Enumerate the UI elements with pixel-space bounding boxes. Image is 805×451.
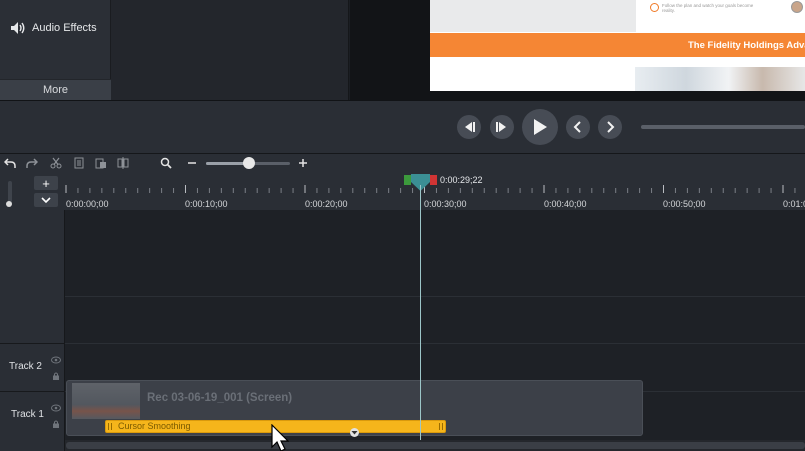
- track-height-thumb[interactable]: [6, 201, 12, 207]
- zoom-slider-thumb[interactable]: [243, 157, 255, 169]
- zoom-fit-button[interactable]: [159, 156, 173, 170]
- play-button[interactable]: [522, 109, 558, 145]
- timeline-scrollbar-thumb[interactable]: [66, 442, 805, 449]
- effect-expand-icon[interactable]: [348, 428, 361, 437]
- lane-divider: [65, 296, 805, 297]
- canvas-area: Follow the plan and watch your goals bec…: [350, 0, 805, 100]
- chevron-left-icon: [573, 121, 581, 133]
- audio-effects-tool[interactable]: Audio Effects: [0, 10, 111, 46]
- step-back-button[interactable]: [457, 115, 481, 139]
- ruler-ticks: [65, 185, 796, 193]
- lock-icon[interactable]: [52, 420, 60, 428]
- ruler-tick-label: 0:00:00;00: [66, 199, 109, 209]
- redo-icon: [26, 158, 38, 168]
- chevron-right-icon: [607, 121, 615, 133]
- preview-tip: Follow the plan and watch your goals bec…: [650, 3, 760, 13]
- ruler-tick-label: 0:00:50;00: [663, 199, 706, 209]
- plus-icon: [299, 159, 307, 167]
- preview-tip-text: Follow the plan and watch your goals bec…: [662, 3, 754, 13]
- properties-panel: [111, 0, 349, 100]
- clip-thumbnail: [72, 383, 140, 419]
- effect-right-handle-icon[interactable]: [438, 422, 444, 431]
- track-header-1[interactable]: Track 1: [0, 391, 65, 439]
- ruler-tick-label: 0:00:30;00: [424, 199, 467, 209]
- eye-icon[interactable]: [51, 356, 61, 364]
- magnifier-icon: [160, 157, 172, 169]
- preview-banner: The Fidelity Holdings Adva: [430, 33, 805, 57]
- redo-button[interactable]: [25, 156, 39, 170]
- ruler-tick-label: 0:01:0: [783, 199, 805, 209]
- step-back-icon: [465, 122, 475, 132]
- zoom-in-button[interactable]: [296, 156, 310, 170]
- step-forward-icon: [496, 122, 506, 132]
- eye-icon[interactable]: [51, 404, 61, 412]
- cut-button[interactable]: [49, 156, 63, 170]
- undo-button[interactable]: [3, 156, 17, 170]
- previous-marker-button[interactable]: [566, 115, 590, 139]
- copy-button[interactable]: [72, 156, 86, 170]
- ruler-tick-label: 0:00:40;00: [544, 199, 587, 209]
- split-icon: [117, 157, 129, 169]
- ruler-tick-label: 0:00:10;00: [185, 199, 228, 209]
- copy-icon: [74, 157, 84, 169]
- tip-icon: [650, 3, 659, 12]
- tools-panel: Audio Effects More: [0, 0, 111, 100]
- scissors-icon: [50, 157, 62, 169]
- chevron-down-icon: [41, 196, 51, 203]
- next-marker-button[interactable]: [598, 115, 622, 139]
- preview-photo: [635, 67, 805, 91]
- play-icon: [534, 119, 547, 135]
- preview-gray-block: [430, 0, 636, 32]
- collapse-tracks-button[interactable]: [34, 193, 58, 207]
- playhead-time: 0:00:29;22: [440, 175, 483, 185]
- ruler-tick-label: 0:00:20;00: [305, 199, 348, 209]
- speaker-icon: [11, 22, 25, 34]
- playhead-in-handle[interactable]: [404, 175, 411, 185]
- clip-title: Rec 03-06-19_001 (Screen): [147, 392, 293, 404]
- canvas-preview[interactable]: Follow the plan and watch your goals bec…: [430, 0, 805, 91]
- mouse-pointer-icon: [271, 424, 290, 451]
- zoom-out-button[interactable]: [185, 156, 199, 170]
- paste-icon: [95, 158, 106, 169]
- minus-icon: [188, 162, 196, 164]
- playback-scrubber[interactable]: [641, 125, 805, 129]
- lane-divider: [65, 343, 805, 344]
- audio-effects-label: Audio Effects: [32, 22, 97, 34]
- step-forward-button[interactable]: [490, 115, 514, 139]
- lock-icon[interactable]: [52, 372, 60, 380]
- camtasia-editor: Audio Effects More Follow the plan and w…: [0, 0, 805, 451]
- undo-icon: [4, 158, 16, 168]
- effect-label: Cursor Smoothing: [118, 421, 191, 431]
- track-label: Track 1: [11, 409, 44, 420]
- playhead-out-handle[interactable]: [430, 175, 437, 185]
- add-track-button[interactable]: +: [34, 176, 58, 190]
- more-button[interactable]: More: [0, 79, 111, 100]
- track-label: Track 2: [9, 361, 42, 372]
- effect-left-handle-icon[interactable]: [107, 422, 113, 431]
- split-button[interactable]: [116, 156, 130, 170]
- preview-avatar: [791, 1, 803, 13]
- playhead-line[interactable]: [420, 185, 421, 440]
- paste-button[interactable]: [94, 156, 108, 170]
- track-header-2[interactable]: Track 2: [0, 343, 65, 391]
